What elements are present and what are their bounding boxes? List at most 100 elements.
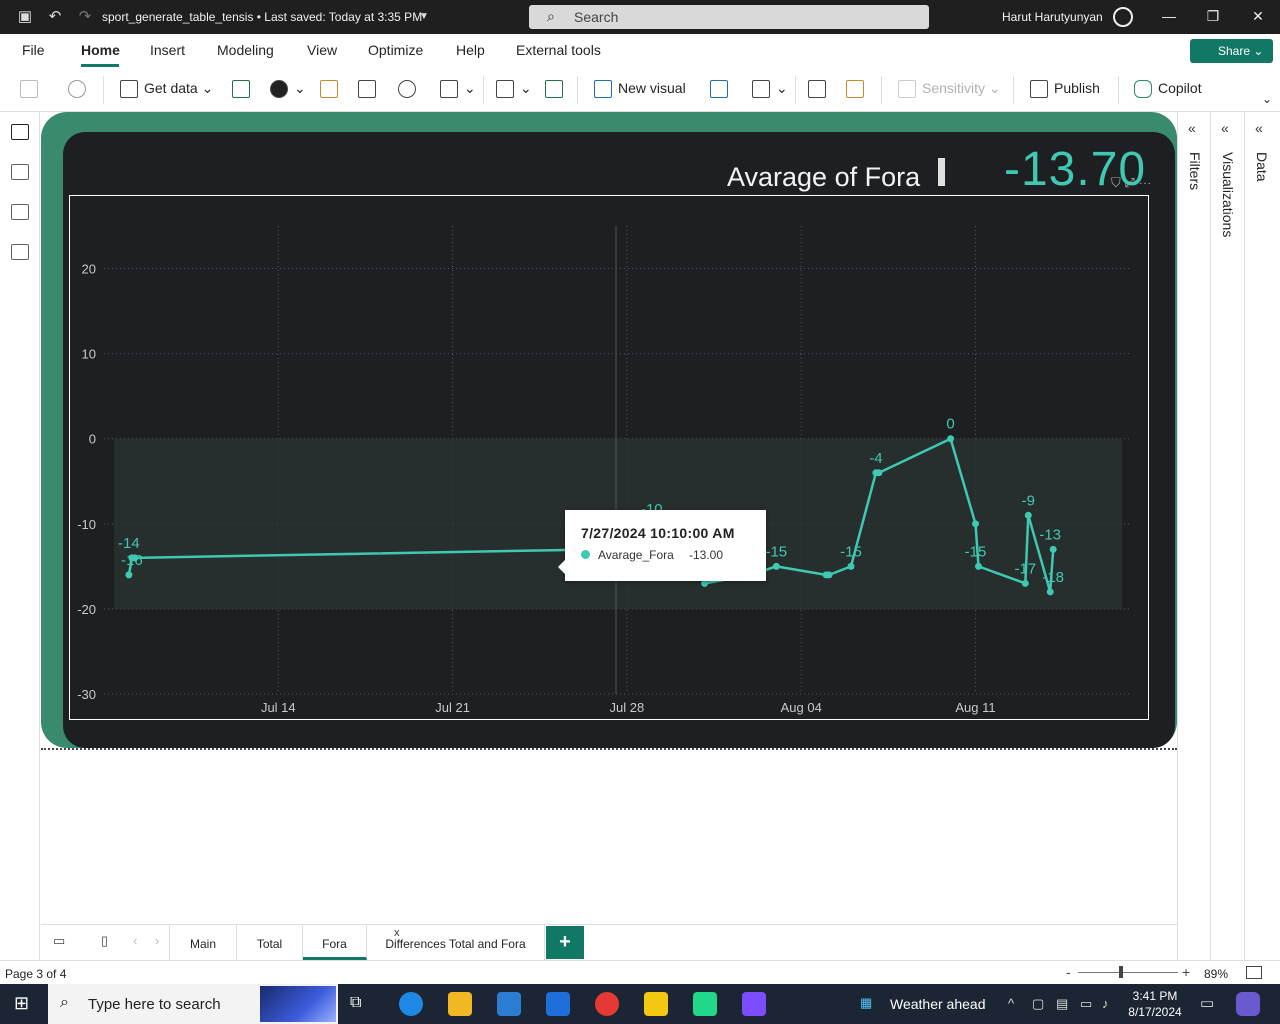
- zoom-slider-thumb[interactable]: [1119, 966, 1123, 978]
- more-options-icon[interactable]: ⋯: [1138, 175, 1151, 190]
- windows-start-icon[interactable]: ⊞: [14, 993, 29, 1014]
- fit-to-page-icon[interactable]: [1246, 966, 1262, 979]
- visualizations-label[interactable]: Visualizations: [1220, 152, 1236, 237]
- quick-measure-button[interactable]: [846, 80, 870, 102]
- paste-button[interactable]: [20, 80, 44, 102]
- save-icon[interactable]: ▣: [16, 8, 34, 26]
- filters-pane[interactable]: « Filters: [1178, 112, 1211, 960]
- dataverse-button[interactable]: [320, 80, 344, 102]
- file-title[interactable]: sport_generate_table_tensis • Last saved…: [102, 10, 422, 24]
- expand-filters-icon[interactable]: «: [1188, 120, 1196, 136]
- chrome-icon[interactable]: [595, 992, 619, 1016]
- volume-icon[interactable]: ♪: [1102, 996, 1109, 1011]
- restore-icon[interactable]: ❐: [1203, 8, 1223, 25]
- menu-view[interactable]: View: [307, 42, 337, 58]
- zoom-slider[interactable]: [1078, 972, 1178, 973]
- dax-query-view-icon[interactable]: [11, 244, 29, 260]
- app-icon[interactable]: [742, 992, 766, 1016]
- edge-icon[interactable]: [399, 992, 423, 1016]
- refresh-button[interactable]: [545, 80, 569, 102]
- menu-optimize[interactable]: Optimize: [368, 42, 423, 58]
- search-box[interactable]: ⌕ Search: [529, 5, 929, 29]
- share-button[interactable]: Share ⌄: [1190, 39, 1273, 63]
- user-name[interactable]: Harut Harutyunyan: [1002, 10, 1103, 24]
- next-page-icon[interactable]: ›: [155, 933, 159, 948]
- enter-data-button[interactable]: [358, 80, 382, 102]
- menu-external-tools[interactable]: External tools: [516, 42, 601, 58]
- menu-modeling[interactable]: Modeling: [217, 42, 274, 58]
- avatar[interactable]: [1113, 7, 1133, 27]
- undo-icon[interactable]: ↶: [46, 8, 64, 26]
- minimize-icon[interactable]: —: [1159, 8, 1179, 24]
- filter-icon[interactable]: ⛉: [1111, 175, 1121, 190]
- tray-chevron-icon[interactable]: ^: [1008, 996, 1014, 1011]
- new-visual-button[interactable]: New visual: [594, 80, 686, 102]
- data-point: [1049, 545, 1057, 553]
- refresh-icon: [545, 80, 563, 99]
- desktop-layout-icon[interactable]: ▭: [53, 933, 65, 949]
- notifications-icon[interactable]: ▭: [1200, 994, 1214, 1012]
- tab-total[interactable]: Total: [237, 925, 303, 960]
- taskbar-search[interactable]: ⌕ Type here to search: [48, 984, 338, 1024]
- add-page-button[interactable]: +: [546, 926, 584, 959]
- close-icon[interactable]: ✕: [1248, 8, 1268, 25]
- format-painter-button[interactable]: [68, 80, 92, 102]
- menu-insert[interactable]: Insert: [150, 42, 185, 58]
- get-data-label: Get data: [144, 80, 198, 96]
- menu-help[interactable]: Help: [456, 42, 485, 58]
- copilot-button[interactable]: Copilot: [1134, 80, 1202, 102]
- table-view-icon[interactable]: [11, 164, 29, 180]
- mail-icon[interactable]: [546, 992, 570, 1016]
- excel-button[interactable]: [232, 80, 256, 102]
- task-view-icon[interactable]: ⧉: [350, 994, 361, 1012]
- network-icon[interactable]: ▭: [1080, 996, 1092, 1012]
- get-data-button[interactable]: Get data ⌄: [120, 80, 213, 102]
- ribbon-collapse-icon[interactable]: ⌄: [1262, 92, 1272, 114]
- report-view-icon[interactable]: [11, 124, 29, 140]
- zoom-out-icon[interactable]: -: [1066, 964, 1071, 980]
- ribbon: Get data ⌄ ⌄ ⌄ ⌄ New visual ⌄ Sensitivit…: [0, 68, 1280, 112]
- expand-data-icon[interactable]: «: [1255, 120, 1263, 136]
- menu-home[interactable]: Home: [81, 42, 120, 58]
- expand-visualizations-icon[interactable]: «: [1221, 120, 1229, 136]
- store-icon[interactable]: [497, 992, 521, 1016]
- tab-differences[interactable]: Differences Total and Fora: [367, 925, 545, 960]
- power-bi-icon[interactable]: [644, 992, 668, 1016]
- focus-mode-icon[interactable]: ⤢: [1124, 175, 1134, 190]
- new-measure-button[interactable]: [808, 80, 832, 102]
- text-box-button[interactable]: [710, 80, 734, 102]
- zoom-level[interactable]: 89%: [1204, 967, 1228, 981]
- language-flag-icon[interactable]: ▤: [1056, 996, 1068, 1012]
- taskbar-clock[interactable]: 3:41 PM 8/17/2024: [1124, 988, 1186, 1020]
- data-label[interactable]: Data: [1254, 152, 1270, 182]
- model-view-icon[interactable]: [11, 204, 29, 220]
- data-point: [975, 562, 982, 570]
- mobile-layout-icon[interactable]: ▯: [101, 933, 108, 949]
- menu-active-indicator: [81, 64, 119, 67]
- tab-fora[interactable]: Fora: [303, 925, 367, 960]
- line-chart[interactable]: 20 10 0 -10 -20 -30 Jul 14 Jul 21 Jul 28 Aug 04 A…: [70, 196, 1148, 719]
- weather-text[interactable]: Weather ahead: [890, 996, 985, 1012]
- sensitivity-button[interactable]: Sensitivity ⌄: [898, 80, 1001, 102]
- filters-label[interactable]: Filters: [1187, 152, 1203, 190]
- transform-data-button[interactable]: ⌄: [496, 80, 532, 102]
- file-explorer-icon[interactable]: [448, 992, 472, 1016]
- report-canvas: Avarage of Fora -13.70 ⛉ ⤢ ⋯ 20 10 0 -10 -20…: [41, 112, 1177, 924]
- title-dropdown-icon[interactable]: ▼: [415, 8, 433, 26]
- tray-device-icon[interactable]: ▢: [1032, 996, 1044, 1012]
- pycharm-icon[interactable]: [693, 992, 717, 1016]
- page-indicator: Page 3 of 4: [5, 967, 67, 981]
- copilot-taskbar-icon[interactable]: [1236, 992, 1260, 1016]
- tab-main[interactable]: Main: [169, 925, 237, 960]
- recent-sources-button[interactable]: [398, 80, 422, 102]
- more-visuals-button[interactable]: ⌄: [752, 80, 788, 102]
- redo-icon[interactable]: ↷: [76, 8, 94, 26]
- zoom-in-icon[interactable]: +: [1182, 964, 1190, 980]
- menu-file[interactable]: File: [22, 42, 45, 58]
- data-pane[interactable]: « Data: [1245, 112, 1280, 960]
- sources-button[interactable]: ⌄: [440, 80, 476, 102]
- onelake-button[interactable]: ⌄: [270, 80, 306, 102]
- prev-page-icon[interactable]: ‹: [133, 933, 137, 948]
- visualizations-pane[interactable]: « Visualizations: [1211, 112, 1245, 960]
- publish-button[interactable]: Publish: [1030, 80, 1100, 102]
